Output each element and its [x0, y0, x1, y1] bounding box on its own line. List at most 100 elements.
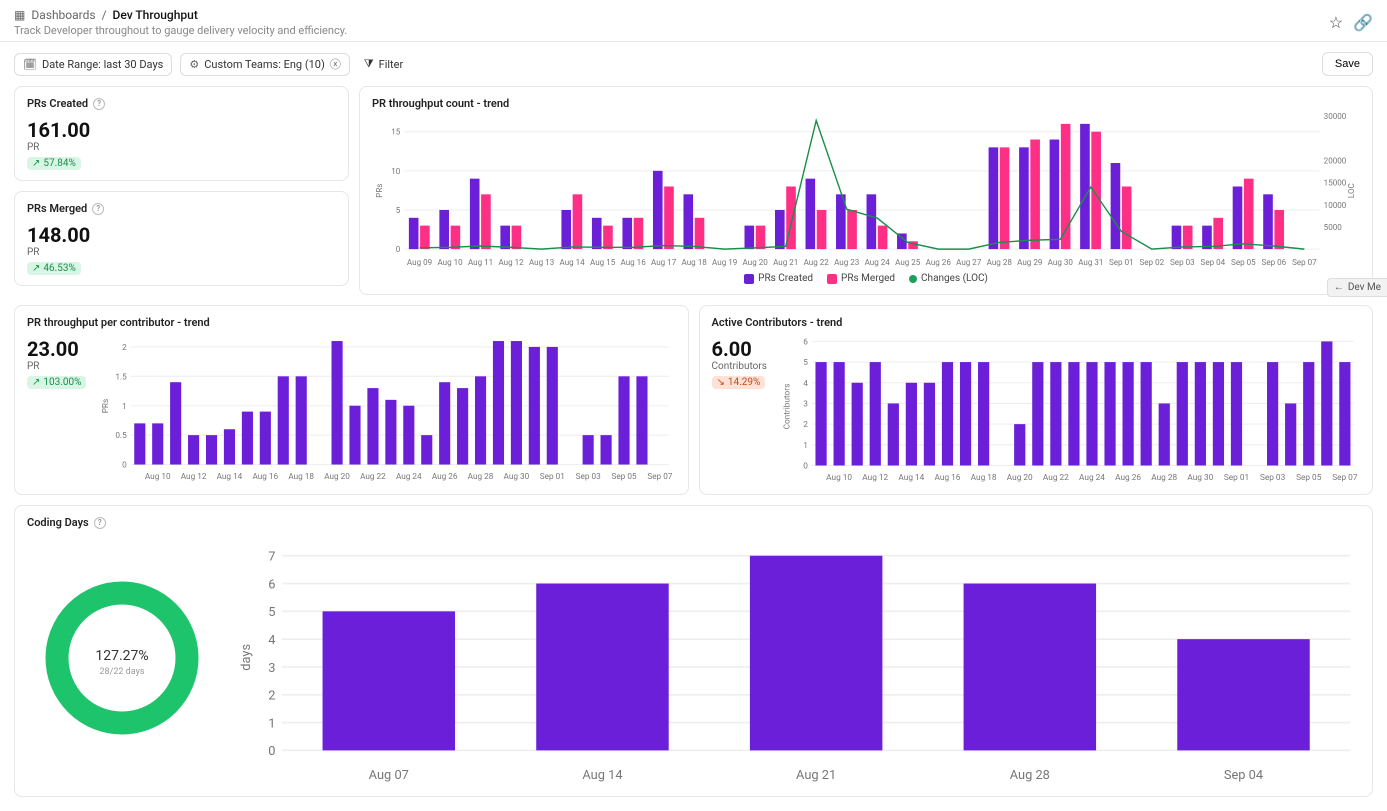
- kpi-prs-created-delta: ↗ 57.84%: [27, 157, 81, 170]
- link-icon[interactable]: 🔗: [1353, 13, 1373, 32]
- svg-text:Aug 16: Aug 16: [253, 472, 279, 482]
- svg-text:Aug 22: Aug 22: [1043, 473, 1069, 483]
- svg-text:Aug 17: Aug 17: [651, 258, 677, 267]
- svg-text:Sep 04: Sep 04: [1224, 769, 1263, 784]
- topbar: ▦ Dashboards / Dev Throughput Track Deve…: [0, 0, 1387, 42]
- svg-text:5000: 5000: [1324, 223, 1343, 232]
- svg-text:0: 0: [803, 462, 808, 472]
- svg-text:Aug 21: Aug 21: [796, 769, 836, 784]
- kpi-prs-merged-delta: ↗ 46.53%: [27, 262, 81, 275]
- svg-text:Sep 07: Sep 07: [648, 472, 673, 482]
- svg-text:Aug 13: Aug 13: [529, 258, 554, 267]
- breadcrumb-root[interactable]: Dashboards: [31, 8, 95, 22]
- svg-text:Aug 20: Aug 20: [1007, 473, 1033, 483]
- svg-text:PRs: PRs: [375, 184, 384, 198]
- svg-text:3: 3: [268, 661, 275, 676]
- svg-text:1.5: 1.5: [116, 373, 128, 383]
- svg-text:15000: 15000: [1324, 179, 1347, 188]
- svg-text:Aug 28: Aug 28: [987, 258, 1013, 267]
- svg-text:Aug 12: Aug 12: [862, 473, 888, 483]
- svg-text:Sep 03: Sep 03: [1260, 473, 1286, 483]
- svg-text:Aug 30: Aug 30: [1048, 258, 1074, 267]
- save-button[interactable]: Save: [1322, 52, 1373, 76]
- svg-text:Aug 24: Aug 24: [1079, 473, 1105, 483]
- kpi-tpc-delta: ↗ 103.00%: [27, 376, 86, 389]
- svg-text:3: 3: [803, 400, 808, 410]
- filter-button[interactable]: ⧩ Filter: [358, 53, 409, 75]
- svg-text:Aug 09: Aug 09: [407, 258, 432, 267]
- side-drawer-tab[interactable]: ← Dev Me: [1327, 278, 1387, 297]
- svg-text:Aug 28: Aug 28: [468, 472, 494, 482]
- chart-throughput-trend: 051015500010000150002000030000Aug 09Aug …: [372, 110, 1360, 271]
- svg-text:Sep 05: Sep 05: [612, 472, 637, 482]
- svg-text:Aug 18: Aug 18: [289, 472, 315, 482]
- svg-text:Aug 10: Aug 10: [145, 472, 171, 482]
- svg-text:Sep 03: Sep 03: [1170, 258, 1195, 267]
- svg-text:127.27%: 127.27%: [95, 648, 148, 664]
- svg-text:0: 0: [268, 745, 275, 760]
- svg-text:2: 2: [803, 421, 808, 431]
- svg-text:Sep 04: Sep 04: [1201, 258, 1226, 267]
- svg-text:Aug 30: Aug 30: [1187, 473, 1213, 483]
- svg-text:4: 4: [268, 633, 275, 648]
- svg-text:Sep 01: Sep 01: [1224, 473, 1249, 483]
- svg-text:1: 1: [123, 402, 128, 412]
- card-prs-merged: PRs Merged ? 148.00 PR ↗ 46.53%: [14, 191, 349, 286]
- page-subtitle: Track Developer throughout to gauge deli…: [14, 24, 347, 37]
- svg-text:Aug 11: Aug 11: [468, 258, 493, 267]
- svg-text:Aug 18: Aug 18: [971, 473, 997, 483]
- svg-text:6: 6: [268, 578, 275, 593]
- breadcrumb: ▦ Dashboards / Dev Throughput Track Deve…: [14, 8, 347, 37]
- kpi-ac-value: 6.00: [712, 337, 767, 361]
- chart-throughput-per-contrib: 00.511.52Aug 10Aug 12Aug 14Aug 16Aug 18A…: [100, 329, 675, 483]
- svg-text:0: 0: [396, 245, 401, 254]
- team-chip-label: Custom Teams: Eng (10): [204, 58, 325, 71]
- svg-text:Aug 16: Aug 16: [934, 473, 960, 483]
- svg-text:Aug 25: Aug 25: [895, 258, 921, 267]
- svg-text:5: 5: [268, 606, 275, 621]
- card-title-prs-created: PRs Created: [27, 97, 88, 110]
- close-icon[interactable]: ⓧ: [330, 59, 341, 70]
- svg-text:Aug 28: Aug 28: [1010, 769, 1050, 784]
- svg-text:2: 2: [123, 343, 128, 353]
- help-icon[interactable]: ?: [94, 517, 106, 529]
- svg-text:10: 10: [391, 167, 401, 176]
- card-title-throughput: PR throughput count - trend: [372, 97, 509, 110]
- funnel-icon: ⧩: [364, 57, 374, 71]
- svg-text:Aug 14: Aug 14: [217, 472, 243, 482]
- svg-text:Aug 16: Aug 16: [621, 258, 647, 267]
- svg-text:Aug 14: Aug 14: [898, 473, 924, 483]
- svg-text:Aug 29: Aug 29: [1017, 258, 1042, 267]
- date-range-chip[interactable]: 🗓 Date Range: last 30 Days: [14, 53, 172, 76]
- grid-icon: ▦: [14, 8, 25, 22]
- svg-text:28/22 days: 28/22 days: [100, 667, 145, 677]
- arrow-left-icon: ←: [1334, 282, 1344, 293]
- star-icon[interactable]: ☆: [1329, 13, 1343, 32]
- svg-text:Aug 12: Aug 12: [181, 472, 207, 482]
- svg-text:Sep 07: Sep 07: [1292, 258, 1317, 267]
- card-title-coding-days: Coding Days: [27, 516, 89, 529]
- legend-throughput: PRs Created PRs Merged Changes (LOC): [372, 273, 1360, 284]
- svg-text:Aug 31: Aug 31: [1078, 258, 1103, 267]
- svg-text:Aug 18: Aug 18: [682, 258, 708, 267]
- svg-text:Aug 15: Aug 15: [590, 258, 616, 267]
- svg-text:7: 7: [268, 550, 275, 565]
- svg-text:Sep 05: Sep 05: [1231, 258, 1256, 267]
- help-icon[interactable]: ?: [93, 98, 105, 110]
- svg-text:Aug 12: Aug 12: [498, 258, 524, 267]
- help-icon[interactable]: ?: [92, 203, 104, 215]
- side-tab-label: Dev Me: [1348, 282, 1381, 293]
- svg-text:Sep 02: Sep 02: [1140, 258, 1165, 267]
- svg-text:Aug 26: Aug 26: [926, 258, 952, 267]
- svg-text:Aug 14: Aug 14: [560, 258, 586, 267]
- filter-label: Filter: [379, 58, 404, 71]
- card-prs-created: PRs Created ? 161.00 PR ↗ 57.84%: [14, 86, 349, 181]
- card-title-ac: Active Contributors - trend: [712, 316, 843, 329]
- kpi-tpc-unit: PR: [27, 361, 86, 372]
- card-title-tpc: PR throughput per contributor - trend: [27, 316, 210, 329]
- team-chip[interactable]: ⚙ Custom Teams: Eng (10) ⓧ: [180, 53, 349, 76]
- kpi-prs-created-value: 161.00: [27, 118, 336, 142]
- breadcrumb-current: Dev Throughput: [113, 8, 198, 22]
- svg-text:0: 0: [123, 461, 128, 471]
- svg-text:Aug 07: Aug 07: [369, 769, 409, 784]
